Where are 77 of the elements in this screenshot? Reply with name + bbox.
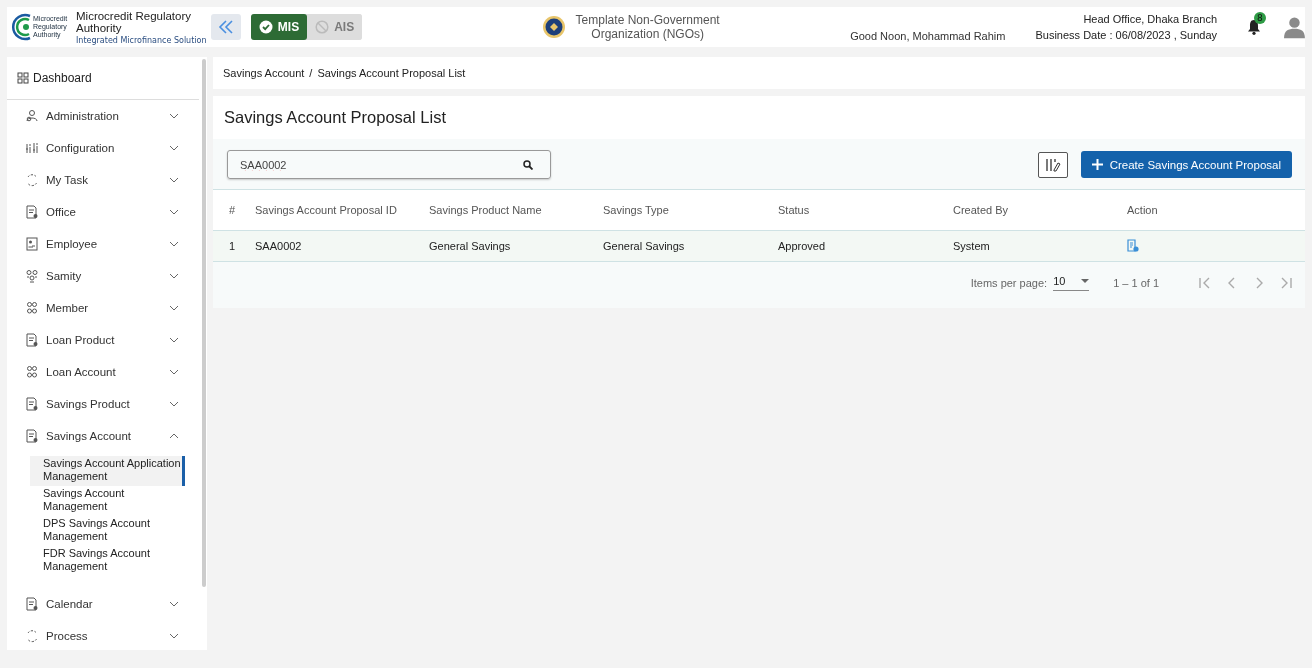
document-icon [25, 205, 39, 219]
items-per-page-label: Items per page: [970, 277, 1048, 289]
search-icon [523, 160, 533, 170]
blocked-circle-icon [315, 20, 330, 34]
page-range: 1 – 1 of 1 [1113, 277, 1159, 289]
column-header: # [213, 189, 254, 231]
sidebar-item[interactable]: Calendar [7, 588, 199, 620]
column-header: Savings Product Name [428, 189, 602, 231]
page-title: Savings Account Proposal List [213, 96, 1305, 139]
sidebar-item[interactable]: Employee [7, 228, 199, 260]
breadcrumb-link[interactable]: Savings Account Proposal List [317, 67, 466, 79]
sidebar-item[interactable]: Member [7, 292, 199, 324]
sidebar-item[interactable]: My Task [7, 164, 199, 196]
greeting-text: Good Noon, Mohammad Rahim [850, 30, 1006, 42]
table-cell: 1 [213, 230, 254, 262]
sidebar-item[interactable]: Configuration [7, 132, 199, 164]
document-icon [25, 429, 39, 443]
double-chevron-icon [216, 19, 235, 35]
people-icon [25, 365, 39, 379]
user-avatar-icon[interactable] [1284, 14, 1305, 40]
id-card-icon [25, 237, 39, 251]
column-header: Action [1126, 189, 1305, 231]
sidebar-item[interactable]: Savings Product [7, 388, 199, 420]
document-icon [25, 397, 39, 411]
emblem-icon [542, 15, 567, 39]
column-header: Savings Type [602, 189, 777, 231]
columns-pencil-icon [1044, 156, 1061, 173]
sidebar-item[interactable]: Administration [7, 100, 199, 132]
check-circle-icon [258, 20, 273, 34]
column-edit-button[interactable] [1037, 151, 1068, 178]
mode-tab[interactable]: MIS [250, 14, 308, 40]
bell-icon[interactable] [1247, 19, 1262, 35]
breadcrumb-link[interactable]: Savings Account [223, 67, 305, 79]
dropdown-caret-icon [1081, 279, 1090, 283]
document-icon [25, 597, 39, 611]
table-cell: SAA0002 [254, 230, 428, 262]
sidebar-item[interactable]: Office [7, 196, 199, 228]
organization-name: Template Non-Government Organization (NGOs) [575, 13, 721, 41]
people-icon [25, 301, 39, 315]
plus-icon [1091, 159, 1103, 170]
column-header: Created By [952, 189, 1126, 231]
submenu-item[interactable]: FDR Savings Account Management [30, 546, 185, 576]
table-cell: Approved [777, 230, 952, 262]
app-title: Microcredit Regulatory Authority [76, 9, 193, 34]
dashboard-link[interactable]: Dashboard [7, 57, 199, 100]
submenu-item[interactable]: DPS Savings Account Management [30, 516, 185, 546]
collapse-button[interactable] [210, 14, 241, 40]
table-cell: General Savings [428, 230, 602, 262]
first-page-icon[interactable] [1198, 276, 1212, 290]
group-icon [25, 269, 39, 283]
users-icon [25, 109, 39, 123]
last-page-icon[interactable] [1279, 276, 1293, 290]
notification-badge: 8 [1254, 12, 1266, 24]
submenu-item[interactable]: Savings Account Application Management [30, 456, 185, 486]
logo-rings-icon [10, 12, 32, 42]
office-name: Head Office, Dhaka Branch [1082, 12, 1218, 27]
create-button[interactable]: Create Savings Account Proposal [1080, 151, 1292, 178]
sidebar-item[interactable]: Savings Account [7, 420, 199, 452]
table-cell: System [952, 230, 1126, 262]
document-view-icon[interactable] [1127, 238, 1139, 252]
column-header: Savings Account Proposal ID [254, 189, 428, 231]
sidebar-item[interactable]: Loan Product [7, 324, 199, 356]
grid-icon [17, 72, 29, 84]
document-icon [25, 333, 39, 347]
column-header: Status [777, 189, 952, 231]
scrollbar[interactable] [202, 59, 206, 587]
sidebar-item[interactable]: Loan Account [7, 356, 199, 388]
table-cell: General Savings [602, 230, 777, 262]
breadcrumb-separator: / [309, 67, 313, 79]
sidebar-item[interactable]: Process [7, 620, 199, 652]
business-date: Business Date : 06/08/2023 , Sunday [1035, 28, 1218, 43]
submenu-item[interactable]: Savings Account Management [30, 486, 185, 516]
sliders-icon [25, 141, 39, 155]
app-subtitle: Integrated Microfinance Solution [76, 35, 207, 45]
sidebar-item[interactable]: Samity [7, 260, 199, 292]
page-size-select[interactable]: 10 [1053, 275, 1090, 291]
search-field[interactable]: SAA0002 [227, 150, 551, 179]
